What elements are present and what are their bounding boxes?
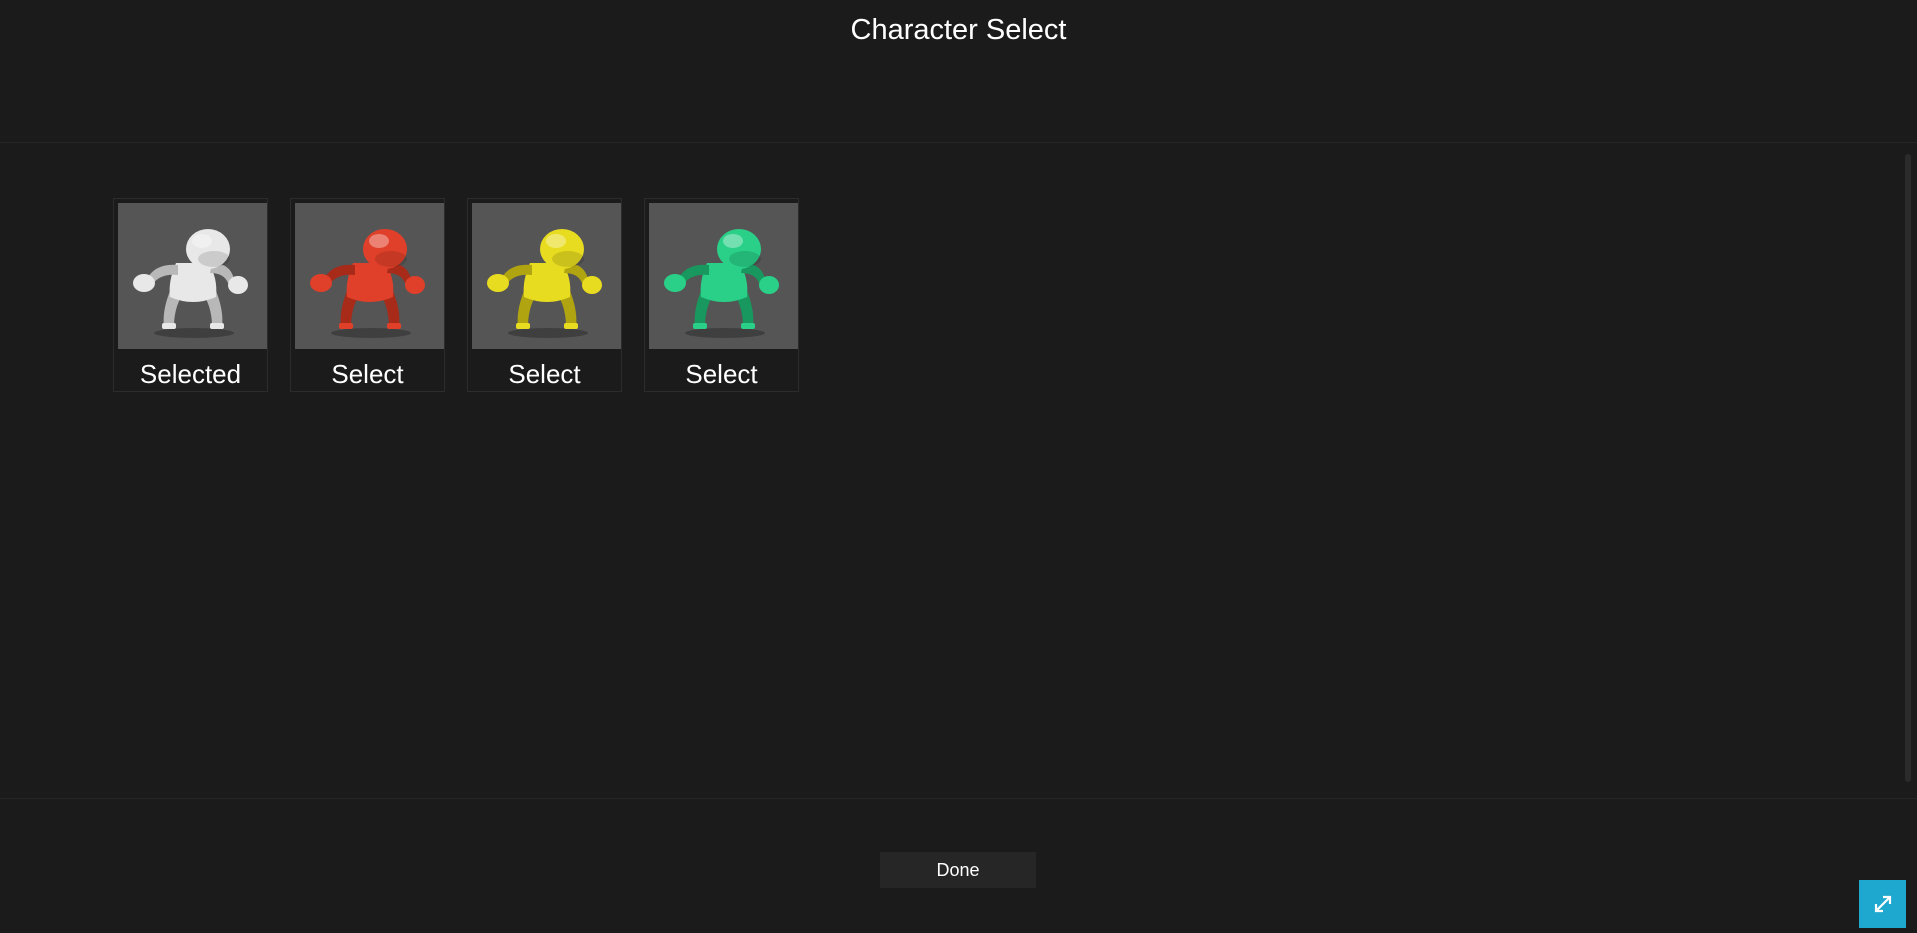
character-figure-icon — [133, 229, 248, 338]
footer-divider — [0, 798, 1917, 799]
character-grid: Selected Select Select Select — [113, 198, 799, 392]
character-status-label: Selected — [139, 359, 242, 389]
character-portrait — [472, 203, 621, 349]
expand-icon — [1874, 895, 1891, 913]
character-card-yellow[interactable]: Select — [467, 198, 622, 392]
character-figure-icon — [664, 229, 779, 338]
character-card-green[interactable]: Select — [644, 198, 799, 392]
character-figure-icon — [310, 229, 425, 338]
character-select-screen: Character Select Selected Select Select … — [0, 0, 1917, 933]
scrollbar[interactable] — [1905, 154, 1911, 782]
character-portrait — [649, 203, 798, 349]
character-card-white[interactable]: Selected — [113, 198, 268, 392]
character-portrait — [118, 203, 267, 349]
done-button[interactable]: Done — [880, 852, 1036, 888]
character-select-label: Select — [508, 359, 581, 389]
fullscreen-button[interactable] — [1859, 880, 1906, 928]
character-figure-icon — [487, 229, 602, 338]
character-card-red[interactable]: Select — [290, 198, 445, 392]
page-title: Character Select — [850, 14, 1067, 46]
character-select-label: Select — [331, 359, 404, 389]
character-select-label: Select — [685, 359, 758, 389]
character-list-area[interactable]: Selected Select Select Select — [0, 143, 1917, 798]
character-portrait — [295, 203, 444, 349]
